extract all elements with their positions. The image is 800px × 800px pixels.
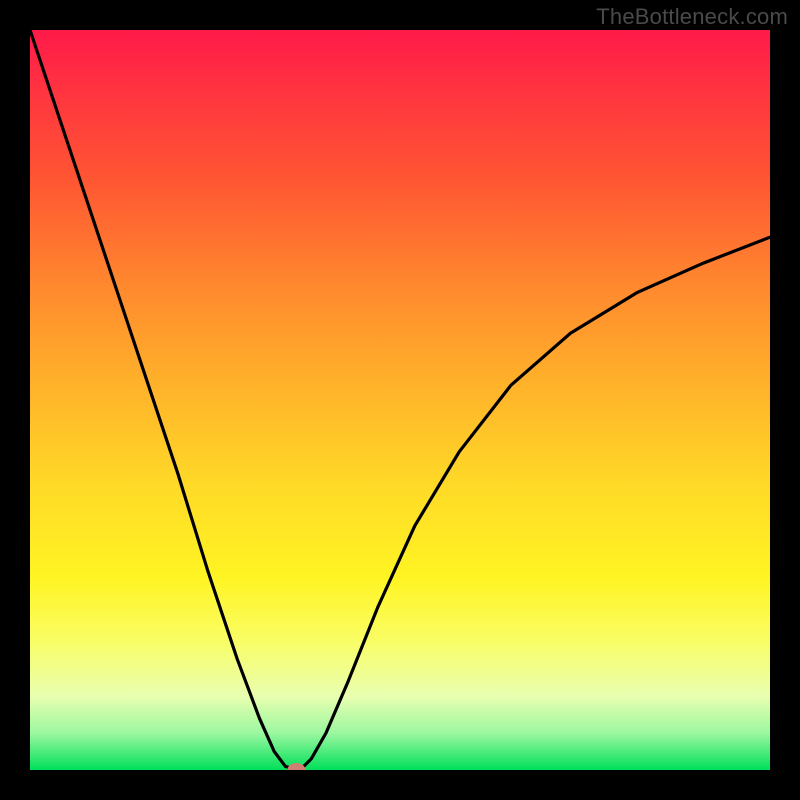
chart-plot-area: [30, 30, 770, 770]
chart-svg: [30, 30, 770, 770]
watermark-text: TheBottleneck.com: [596, 4, 788, 30]
optimal-point-marker: [287, 763, 305, 770]
bottleneck-curve-path: [30, 30, 770, 770]
